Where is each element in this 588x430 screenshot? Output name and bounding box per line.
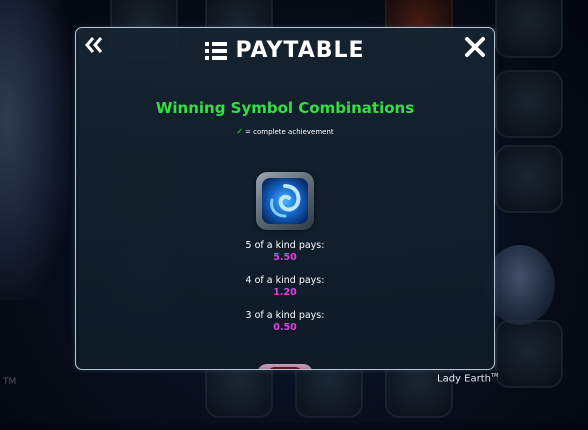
paytable-dialog: PAYTABLE Winning Symbol Combinations ✓ = … [75, 27, 495, 370]
game-name-label: Lady EarthTM [437, 373, 499, 385]
reel-symbol-tile [495, 70, 563, 138]
reel-symbol-tile [495, 320, 563, 388]
blue-swirl-symbol-icon [256, 172, 314, 230]
section-heading: Winning Symbol Combinations [155, 99, 415, 117]
payout-row: 5 of a kind pays: 5.50 [76, 240, 494, 275]
next-symbol-preview [257, 364, 313, 369]
payout-row: 4 of a kind pays: 1.20 [76, 275, 494, 310]
dialog-header: PAYTABLE [76, 38, 494, 63]
payout-label: 4 of a kind pays: [245, 275, 325, 286]
symbol-face [262, 178, 308, 224]
swirl-icon [270, 184, 301, 218]
payout-list: 5 of a kind pays: 5.50 4 of a kind pays:… [76, 240, 494, 345]
payout-label: 5 of a kind pays: [245, 240, 325, 251]
legend-text: = complete achievement [245, 128, 334, 136]
check-icon: ✓ [236, 127, 244, 136]
payout-value: 5.50 [273, 252, 297, 263]
payout-value: 1.20 [273, 287, 297, 298]
next-symbol-face [267, 367, 303, 369]
lady-earth-face-background [0, 0, 70, 300]
list-icon [205, 41, 228, 60]
payout-value: 0.50 [273, 322, 297, 333]
achievement-legend: ✓ = complete achievement [76, 127, 494, 136]
dialog-title: PAYTABLE [235, 38, 365, 63]
payout-label: 3 of a kind pays: [245, 310, 325, 321]
tm-mark: TM [3, 377, 17, 387]
reel-symbol-tile [495, 145, 563, 213]
reel-symbol-tile [495, 0, 563, 58]
lady-earth-symbol-background [485, 245, 555, 325]
payout-row: 3 of a kind pays: 0.50 [76, 310, 494, 345]
